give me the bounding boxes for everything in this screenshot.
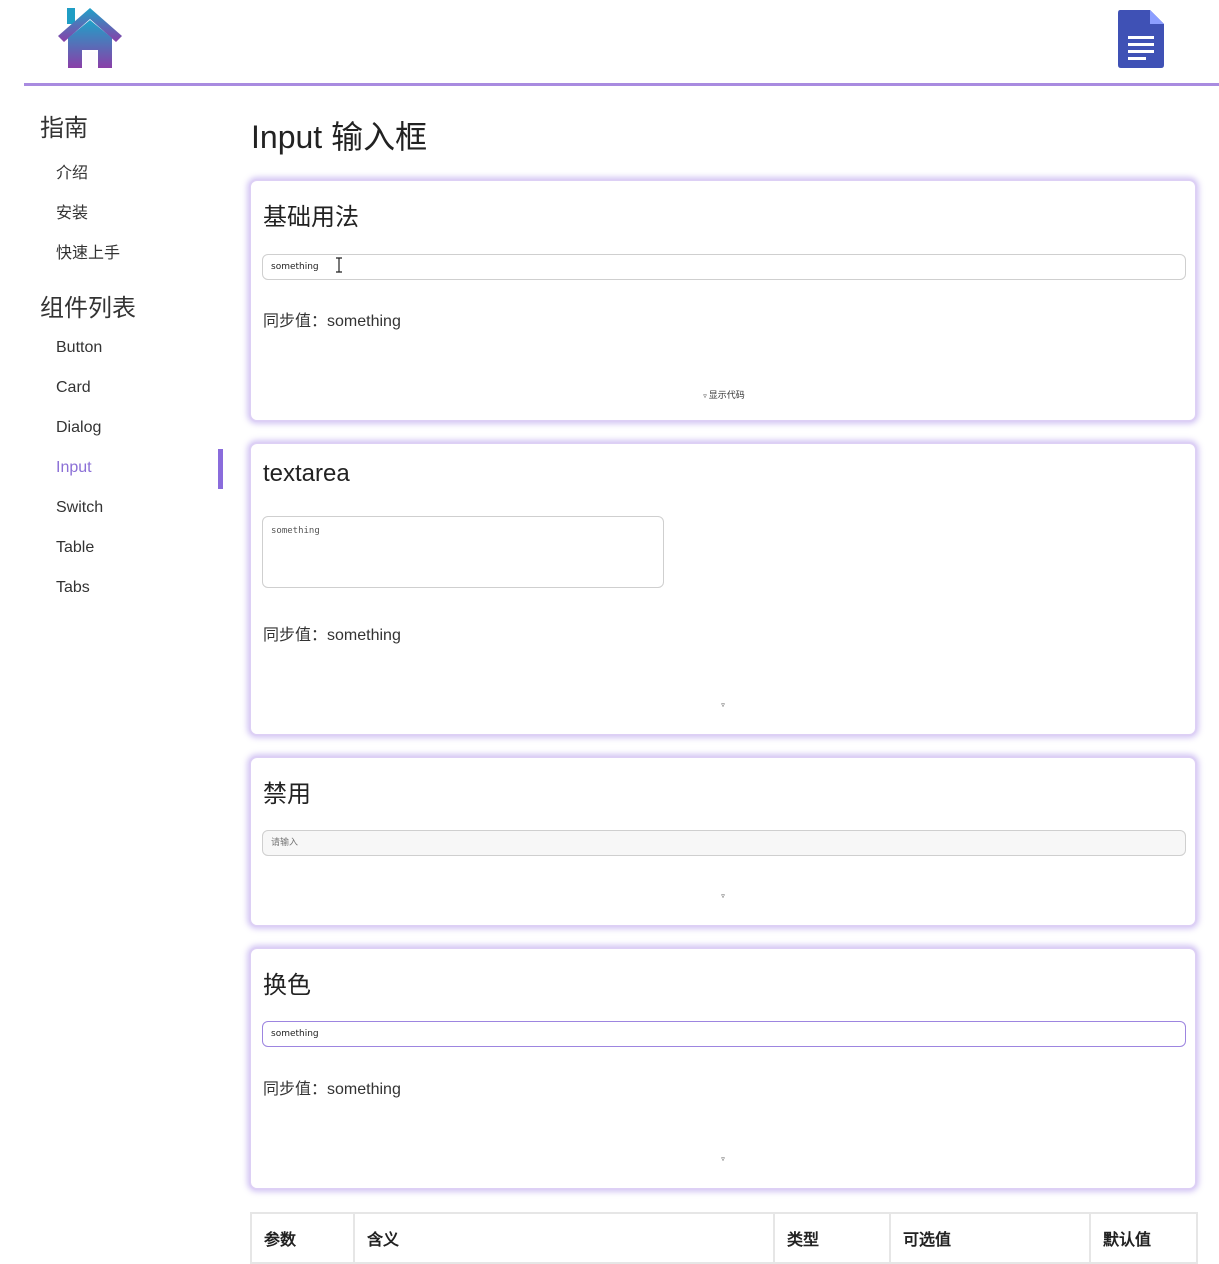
sidebar-item-switch[interactable]: Switch	[56, 499, 103, 517]
document-icon[interactable]	[1118, 10, 1164, 68]
top-header	[24, 0, 1219, 86]
demo-card-disabled: 禁用 ▿	[249, 756, 1197, 927]
page-title: Input 输入框	[251, 119, 428, 155]
show-code-toggle[interactable]: ▿	[699, 891, 749, 901]
house-icon[interactable]	[56, 6, 124, 70]
sync-value: something	[327, 627, 401, 644]
sidebar-item-tabs[interactable]: Tabs	[56, 579, 90, 597]
sync-value-line: 同步值：something	[263, 621, 401, 645]
sync-value: something	[327, 313, 401, 330]
sidebar-item-quickstart[interactable]: 快速上手	[56, 239, 120, 263]
sync-label: 同步值：	[263, 1081, 328, 1098]
show-code-toggle[interactable]: ▿	[699, 700, 749, 710]
sync-value: something	[327, 1081, 401, 1098]
caret-down-icon: ▿	[721, 701, 725, 709]
sidebar-item-dialog[interactable]: Dialog	[56, 419, 101, 437]
demo-card-color: 换色 同步值：something ▿	[249, 947, 1197, 1190]
active-indicator	[218, 449, 223, 489]
sidebar: 指南 介绍 安装 快速上手 组件列表 Button Card Dialog In…	[0, 86, 224, 1253]
sidebar-heading-components: 组件列表	[40, 295, 136, 322]
sidebar-item-button[interactable]: Button	[56, 339, 102, 357]
input-wrapper	[251, 254, 1195, 282]
table-header-cell: 默认值	[1089, 1212, 1198, 1264]
table-header-cell: 参数	[250, 1212, 355, 1264]
table-header-cell: 可选值	[889, 1212, 1091, 1264]
caret-down-icon: ▿	[721, 892, 725, 900]
sidebar-item-card[interactable]: Card	[56, 379, 91, 397]
sync-label: 同步值：	[263, 313, 328, 330]
demo-card-basic: 基础用法 同步值：something ▿显示代码	[249, 179, 1197, 422]
api-table: 参数 含义 类型 可选值 默认值	[250, 1212, 1198, 1264]
sync-label: 同步值：	[263, 627, 328, 644]
table-header-row: 参数 含义 类型 可选值 默认值	[250, 1212, 1198, 1264]
sync-value-line: 同步值：something	[263, 307, 401, 331]
table-header-cell: 含义	[353, 1212, 775, 1264]
demo-title: 换色	[263, 972, 311, 999]
color-input[interactable]	[262, 1021, 1186, 1047]
text-cursor-icon	[335, 257, 343, 273]
sidebar-item-input[interactable]: Input	[56, 459, 92, 477]
demo-title: textarea	[263, 460, 350, 487]
caret-down-icon: ▿	[721, 1155, 725, 1163]
demo-title: 基础用法	[263, 204, 359, 231]
sync-value-line: 同步值：something	[263, 1075, 401, 1099]
sidebar-item-install[interactable]: 安装	[56, 199, 88, 223]
table-header-cell: 类型	[773, 1212, 891, 1264]
demo-title: 禁用	[263, 781, 311, 808]
show-code-toggle[interactable]: ▿ 显示代码	[699, 388, 749, 401]
sidebar-item-intro[interactable]: 介绍	[56, 159, 88, 183]
show-code-toggle[interactable]: ▿	[699, 1154, 749, 1164]
show-code-label: 显示代码	[708, 391, 745, 401]
sidebar-heading-guide: 指南	[40, 115, 88, 142]
basic-input[interactable]	[262, 254, 1186, 280]
demo-textarea[interactable]: something	[262, 516, 664, 588]
demo-card-textarea: textarea something 同步值：something ▿	[249, 442, 1197, 736]
sidebar-item-table[interactable]: Table	[56, 539, 94, 557]
disabled-input	[262, 830, 1186, 856]
caret-down-icon: ▿	[703, 392, 707, 400]
